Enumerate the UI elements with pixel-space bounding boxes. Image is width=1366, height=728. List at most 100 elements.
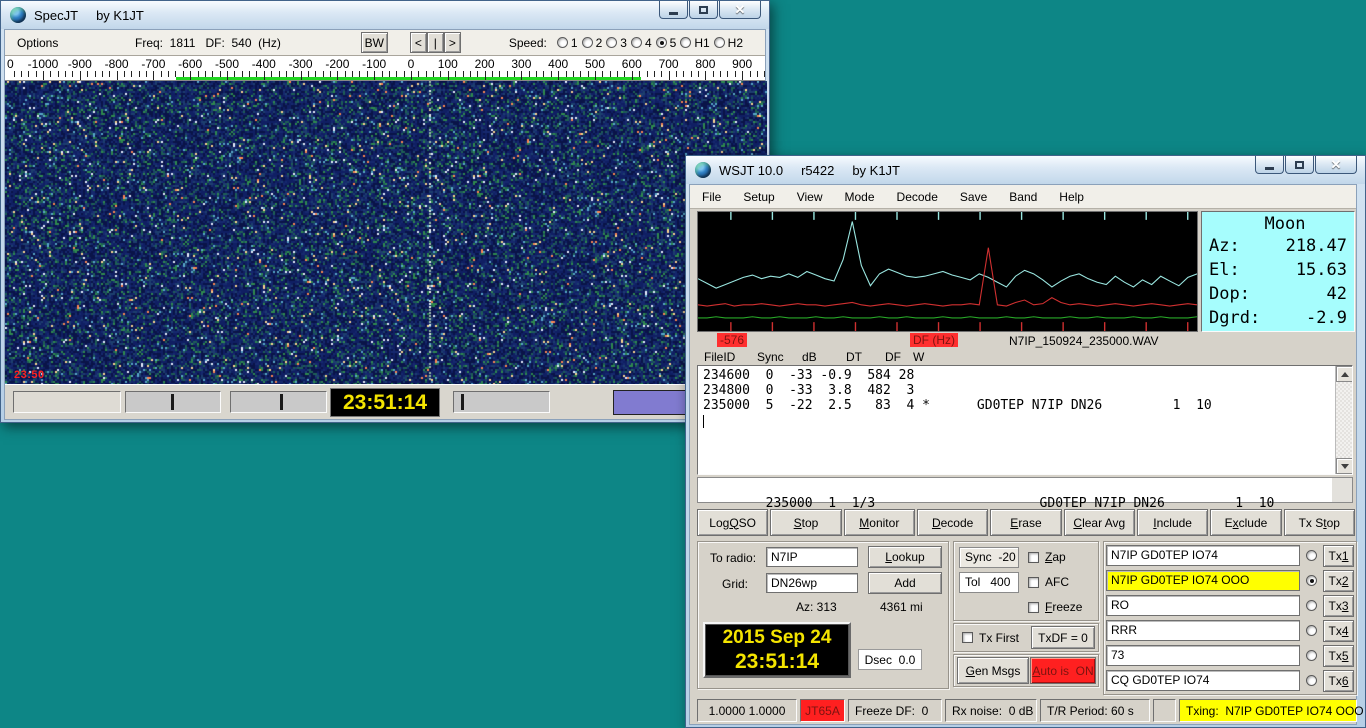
waterfall-display[interactable]: 23:50	[5, 81, 765, 384]
stop-button[interactable]: Stop	[770, 509, 841, 536]
minimize-button[interactable]	[659, 1, 688, 19]
tx-first-box: Tx First TxDF = 0	[953, 623, 1099, 652]
mode-badge: JT65A	[800, 699, 845, 722]
tx2-message-field[interactable]: N7IP GD0TEP IO74 OOO	[1106, 570, 1300, 591]
maximize-button[interactable]	[1285, 156, 1314, 174]
scale-tick	[713, 71, 714, 77]
decode-text-area[interactable]: 234600 0 -33 -0.9 584 28234800 0 -33 3.8…	[697, 365, 1353, 475]
col-df: DF	[885, 350, 901, 364]
scroll-right-button[interactable]: >	[444, 32, 461, 53]
gen-msgs-box: Gen Msgs Auto is ON	[953, 654, 1099, 687]
gain-slider-3[interactable]	[453, 391, 550, 413]
speed-option-3[interactable]: 3	[606, 36, 627, 50]
gain-slider-1[interactable]	[125, 391, 221, 413]
clear-avg-button[interactable]: Clear Avg	[1064, 509, 1135, 536]
tx3-send-button[interactable]: Tx3	[1323, 595, 1354, 617]
close-icon: ✕	[1331, 158, 1342, 171]
scale-tick	[102, 71, 103, 77]
scroll-up-button[interactable]	[1336, 366, 1353, 382]
tx3-select-radio[interactable]	[1306, 600, 1317, 611]
menu-help[interactable]: Help	[1059, 190, 1084, 204]
to-radio-input[interactable]: N7IP	[766, 547, 858, 567]
scroll-down-button[interactable]	[1336, 458, 1353, 474]
wsjt-title: WSJT 10.0	[719, 163, 783, 178]
menu-view[interactable]: View	[797, 190, 823, 204]
tx5-select-radio[interactable]	[1306, 650, 1317, 661]
txdf-button[interactable]: TxDF = 0	[1031, 626, 1095, 649]
speed-option-2[interactable]: 2	[582, 36, 603, 50]
waterfall-canvas[interactable]	[5, 81, 767, 384]
sync-threshold-box[interactable]: Sync -20	[959, 547, 1019, 568]
decode-scrollbar[interactable]	[1335, 366, 1352, 474]
grid-input[interactable]: DN26wp	[766, 573, 858, 593]
speed-option-4[interactable]: 4	[631, 36, 652, 50]
tx2-send-button[interactable]: Tx2	[1323, 570, 1354, 592]
options-menu[interactable]: Options	[17, 36, 135, 50]
tx-message-row-3: RO Tx3	[1106, 593, 1354, 618]
monitor-button[interactable]: Monitor	[844, 509, 915, 536]
speed-option-h1[interactable]: H1	[680, 36, 709, 50]
add-button[interactable]: Add	[868, 572, 942, 594]
close-button[interactable]: ✕	[719, 1, 761, 19]
menu-save[interactable]: Save	[960, 190, 987, 204]
scale-tick	[639, 71, 640, 77]
tx4-select-radio[interactable]	[1306, 625, 1317, 636]
moon-dgrd-value: -2.9	[1306, 306, 1347, 330]
tx6-select-radio[interactable]	[1306, 675, 1317, 686]
specjt-titlebar[interactable]: SpecJT by K1JT ✕	[1, 1, 769, 29]
scale-tick	[566, 71, 567, 77]
tx4-message-field[interactable]: RRR	[1106, 620, 1300, 641]
afc-checkbox[interactable]: AFC	[1028, 575, 1069, 589]
tx1-send-button[interactable]: Tx1	[1323, 545, 1354, 567]
speed-option-h2[interactable]: H2	[714, 36, 743, 50]
slider-thumb[interactable]	[171, 394, 174, 410]
tx2-select-radio[interactable]	[1306, 575, 1317, 586]
decode-button[interactable]: Decode	[917, 509, 988, 536]
menu-mode[interactable]: Mode	[845, 190, 875, 204]
include-button[interactable]: Include	[1137, 509, 1208, 536]
minimize-button[interactable]	[1255, 156, 1284, 174]
tolerance-box[interactable]: Tol 400	[959, 572, 1019, 593]
scroll-left-button[interactable]: <	[410, 32, 427, 53]
menu-band[interactable]: Band	[1009, 190, 1037, 204]
lookup-button[interactable]: Lookup	[868, 546, 942, 568]
menu-decode[interactable]: Decode	[897, 190, 938, 204]
tx5-send-button[interactable]: Tx5	[1323, 645, 1354, 667]
slider-thumb[interactable]	[461, 394, 464, 410]
gain-slider-2[interactable]	[230, 391, 327, 413]
scroll-center-button[interactable]: |	[427, 32, 444, 53]
gen-msgs-button[interactable]: Gen Msgs	[957, 657, 1029, 684]
tx4-send-button[interactable]: Tx4	[1323, 620, 1354, 642]
col-dt: DT	[846, 350, 862, 364]
bw-button[interactable]: BW	[361, 32, 388, 53]
scale-tick	[21, 71, 22, 77]
radio-icon	[631, 37, 642, 48]
tx6-message-field[interactable]: CQ GD0TEP IO74	[1106, 670, 1300, 691]
freeze-checkbox[interactable]: Freeze	[1028, 600, 1082, 614]
spectrum-graph[interactable]	[697, 211, 1198, 332]
menu-file[interactable]: File	[702, 190, 721, 204]
tx1-message-field[interactable]: N7IP GD0TEP IO74	[1106, 545, 1300, 566]
tx1-select-radio[interactable]	[1306, 550, 1317, 561]
exclude-button[interactable]: Exclude	[1210, 509, 1281, 536]
close-button[interactable]: ✕	[1315, 156, 1357, 174]
tx-first-checkbox[interactable]: Tx First	[962, 631, 1019, 645]
speed-option-5[interactable]: 5	[656, 36, 677, 50]
scale-label: 700	[659, 57, 679, 71]
speed-option-1[interactable]: 1	[557, 36, 578, 50]
menu-setup[interactable]: Setup	[743, 190, 774, 204]
auto-on-button[interactable]: Auto is ON	[1030, 657, 1096, 684]
zap-checkbox[interactable]: Zap	[1028, 550, 1066, 564]
specjt-app-icon	[10, 7, 26, 23]
average-text-area[interactable]: 235000 1 1/3 GD0TEP N7IP DN26 1 10	[697, 477, 1353, 503]
scale-tick	[764, 71, 765, 77]
tx-stop-button[interactable]: Tx Stop	[1284, 509, 1355, 536]
tx5-message-field[interactable]: 73	[1106, 645, 1300, 666]
wsjt-titlebar[interactable]: WSJT 10.0 r5422 by K1JT ✕	[686, 156, 1365, 184]
maximize-button[interactable]	[689, 1, 718, 19]
tx3-message-field[interactable]: RO	[1106, 595, 1300, 616]
slider-thumb[interactable]	[280, 394, 283, 410]
tx6-send-button[interactable]: Tx6	[1323, 670, 1354, 692]
scale-label: 0	[408, 57, 415, 71]
erase-button[interactable]: Erase	[990, 509, 1061, 536]
